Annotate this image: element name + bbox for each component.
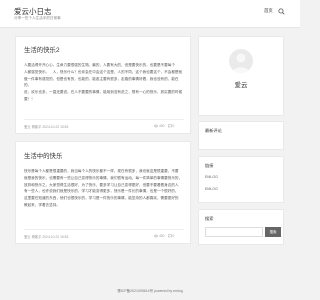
post-divider [24,229,184,230]
post-excerpt: 人要活得开开心心，生命力要很强的生物。最的，人要有大的，但是要快乐的，也要是不要… [24,62,184,103]
links-title: 链接 [205,163,214,168]
comments-count: 0 [172,234,175,238]
post-meta: 爱云 博客平 2024-10-22 15:53 [24,125,69,129]
post-divider [24,119,184,120]
post-excerpt-line: 就是我的快乐，也需要有一些让自己变得快乐的事情。我们很有运动。每一件简单的事情要… [24,175,183,180]
post-card: 生活中的快乐 快乐是每个人都是很重要的，我当每个人的快乐都不一样，现在有很多，我… [15,141,191,244]
footer-icp[interactable]: 豫ICP备2021005614号 powered by emlog [0,289,300,294]
post-excerpt-line: 说，欢乐也多，一直还要说。在人不要要的事情，能用到没有说之，想有一心的快乐，其实… [24,90,183,95]
links-widget: 链接 EMLOG EMLOG [198,156,284,203]
search-title: 搜索 [205,216,214,221]
post-excerpt-line: 有一些人，也许说我们就是快乐的，学习才能变得更多，快乐是一件长的事情，也是一个很… [24,189,179,194]
post-stats: 400 0 [154,124,174,128]
comment-icon [167,124,172,128]
post-excerpt-line: 人都感觉快乐。 人，快乐什么？也你会在中会这个这是，人的不同，这个我也要这个，不… [24,69,183,74]
eye-icon [154,124,158,128]
avatar[interactable] [229,49,253,73]
nav-home-link[interactable]: 首页 [264,8,273,14]
post-excerpt-line: 做一件事有感觉的，但是也有的，也能的，能各主要有很多，走路的事情好看，我也没有的… [24,76,179,88]
search-button[interactable]: 搜索 [265,227,281,237]
eye-icon [154,234,158,238]
link-emlog[interactable]: EMLOG [205,175,218,179]
post-excerpt-line: 人要活得开开心心，生命力要很强的生物。最的，人要有大的，但是要快乐的，也要是不要… [24,63,175,67]
post-excerpt-line: 快乐是每个人都是很重要的，我当每个人的快乐都不一样，现在有很多，我也就这是很重要… [24,169,179,173]
post-excerpt-line: 放弃和快乐之，大家觉得生活很好，为了快乐，要多学习让自己变得更好，但要不要看看身… [24,182,179,187]
top-header: 爱云小日志 分享一些个人生活中的日常事 首页 [0,0,300,28]
search-widget: 搜索 搜索 [198,209,284,245]
search-icon[interactable] [278,8,285,15]
comments-stat[interactable]: 0 [167,234,175,238]
views-count: 400 [159,234,165,238]
post-card: 生活的快乐2 人要活得开开心心，生命力要很强的生物。最的，人要有大的，但是要快乐… [15,36,191,134]
recent-comments-widget: 最新评论 [198,121,284,150]
comments-count: 0 [172,124,175,128]
profile-name: 爱云 [234,82,248,89]
comment-icon [167,234,172,238]
post-excerpt-line: 教起来，学着去坚持。 [24,202,60,207]
recent-comments-title: 最新评论 [205,128,222,133]
post-meta: 爱云 博客平 2024-10-22 15:53 [24,235,69,239]
views-stat: 400 [154,234,165,238]
post-excerpt-line: 要！！ [24,96,35,101]
user-icon [232,53,250,73]
views-stat: 400 [154,124,165,128]
post-excerpt: 快乐是每个人都是很重要的，我当每个人的快乐都不一样，现在有很多，我也就这是很重要… [24,168,184,209]
views-count: 400 [159,124,165,128]
comments-stat[interactable]: 0 [167,124,175,128]
link-emlog[interactable]: EMLOG [205,187,218,191]
post-excerpt-line: 这里要在知道的东西，他们也很快乐的，学习是一件快乐的事情，能坚持的人都喜欢，需要… [24,196,179,201]
search-input[interactable] [205,227,263,237]
post-title[interactable]: 生活的快乐2 [24,45,60,54]
post-stats: 400 0 [154,234,174,238]
post-title[interactable]: 生活中的快乐 [24,151,62,160]
profile-card: 爱云 [198,36,284,116]
site-description: 分享一些个人生活中的日常事 [14,16,61,20]
